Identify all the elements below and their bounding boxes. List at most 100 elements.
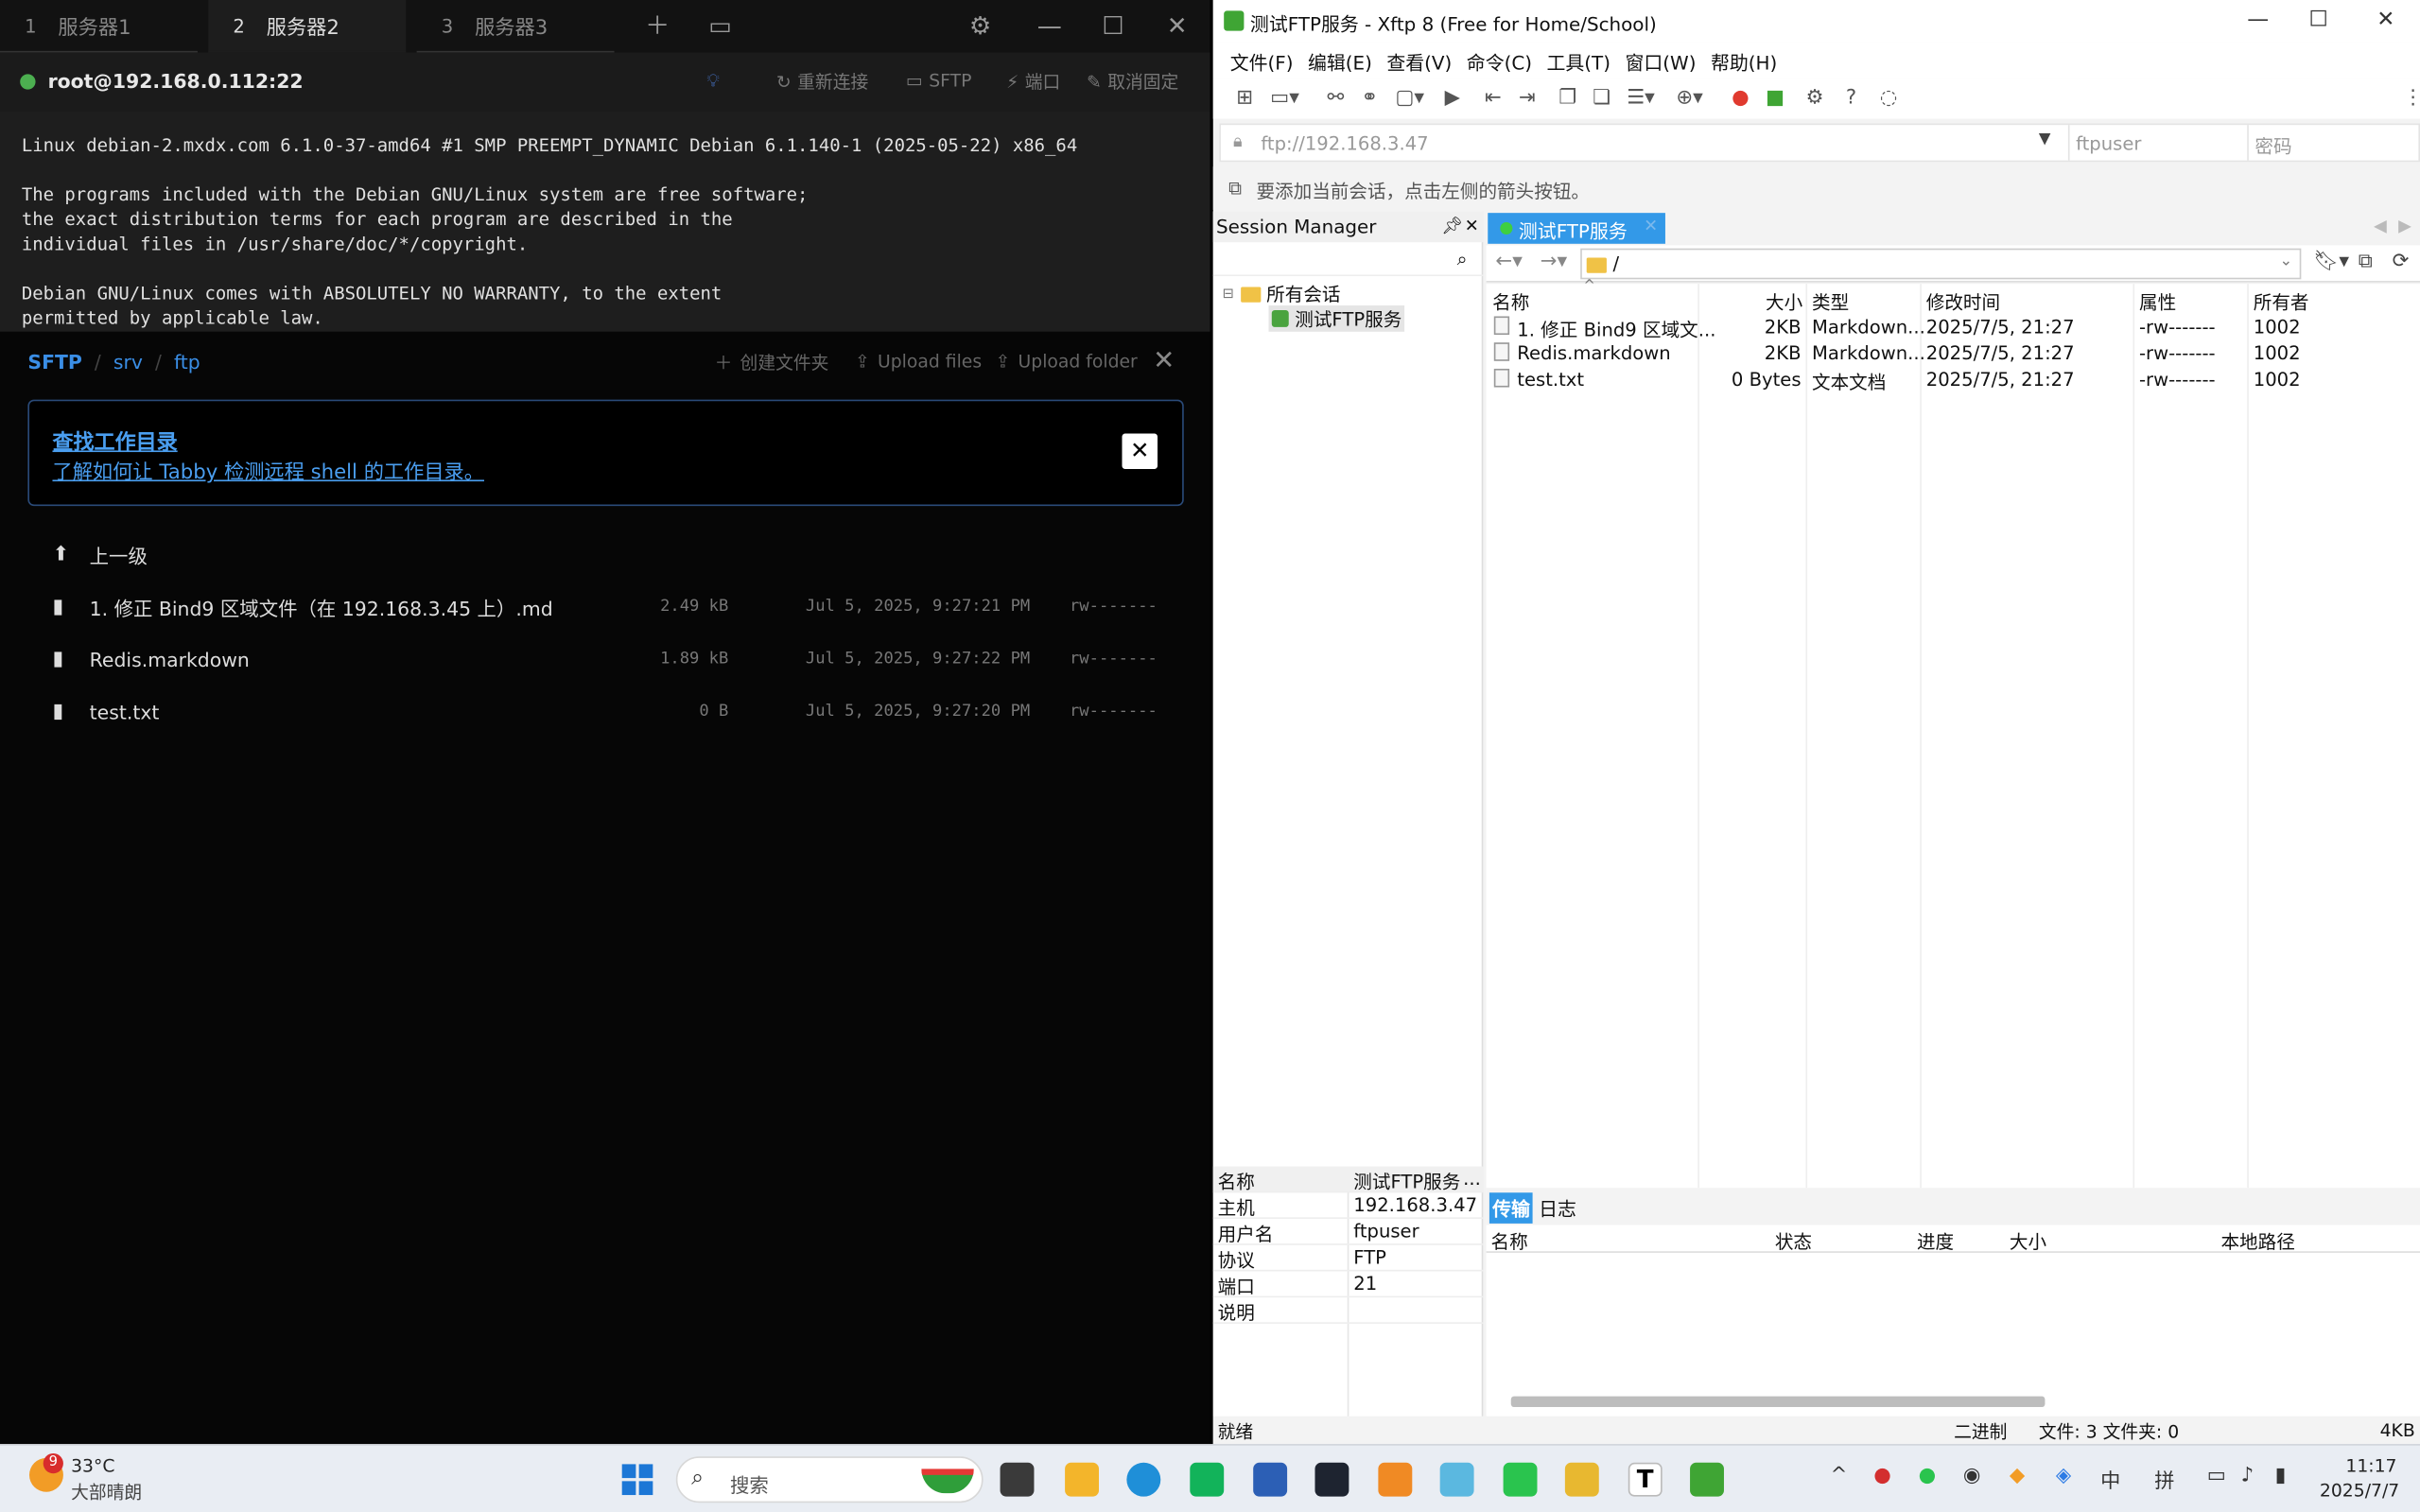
add-session-arrow-icon[interactable]: ⧉ <box>1228 178 1242 200</box>
tray-app-icon[interactable]: ● <box>1873 1464 1891 1486</box>
tab-transfer[interactable]: 传输 <box>1489 1192 1534 1224</box>
connect-icon[interactable]: ⚯ <box>1328 86 1345 109</box>
terminal-output[interactable]: Linux debian-2.mxdx.com 6.1.0-37-amd64 #… <box>0 111 1210 332</box>
more-options-icon[interactable]: ⋮ <box>2403 86 2420 109</box>
address-input[interactable]: ftp://192.168.3.47 <box>1261 132 1428 154</box>
wechat-icon[interactable] <box>1503 1462 1538 1497</box>
file-row[interactable]: ▮ Redis.markdown 1.89 kB Jul 5, 2025, 9:… <box>52 642 1178 676</box>
breadcrumb-ftp[interactable]: ftp <box>174 350 200 373</box>
column-header-modified[interactable]: 修改时间 <box>1926 288 2000 315</box>
tree-session-item[interactable]: 测试FTP服务 <box>1268 305 1405 332</box>
close-icon[interactable]: ✕ <box>1167 11 1188 40</box>
menu-command[interactable]: 命令(C) <box>1467 42 1540 78</box>
collapse-icon[interactable]: ⊟ <box>1223 287 1234 302</box>
tools-app-icon[interactable] <box>1564 1462 1599 1497</box>
help-icon[interactable]: ? <box>1846 86 1856 109</box>
upload-files-button[interactable]: ⇪ Upload files <box>855 350 982 372</box>
tab-server3[interactable]: 3 服务器3 <box>416 0 615 53</box>
ime-language[interactable]: 中 <box>2100 1464 2120 1493</box>
column-header-type[interactable]: 类型 <box>1812 288 1849 315</box>
pin-icon[interactable]: 📌︎ <box>1441 216 1463 235</box>
new-window-icon[interactable]: ▢▾ <box>1395 86 1424 109</box>
close-icon[interactable]: ✕ <box>2376 8 2394 32</box>
remote-file-list[interactable]: 名称 ^ 大小 类型 修改时间 属性 所有者 1. 修正 Bind9 区域文..… <box>1486 279 2420 1189</box>
vm-app-icon[interactable] <box>1378 1462 1413 1497</box>
menu-window[interactable]: 窗口(W) <box>1625 42 1702 78</box>
paste-icon[interactable]: ❏ <box>1593 86 1610 109</box>
tab-server2[interactable]: 2 服务器2 <box>208 0 407 53</box>
globe-icon[interactable]: ⊕▾ <box>1676 86 1702 109</box>
list-view-icon[interactable]: ☰▾ <box>1627 86 1655 109</box>
file-explorer-icon[interactable] <box>1065 1462 1099 1497</box>
open-folder-icon[interactable]: ▭▾ <box>1270 86 1299 109</box>
tab-server1[interactable]: 1 服务器1 <box>0 0 198 53</box>
column-header-name[interactable]: 名称 <box>1492 288 1529 315</box>
tab-log[interactable]: 日志 <box>1539 1194 1576 1222</box>
search-icon[interactable]: ⌕ <box>1457 249 1468 271</box>
create-folder-button[interactable]: ＋ 创建文件夹 <box>715 350 829 374</box>
weather-temp[interactable]: 33°C <box>71 1455 114 1477</box>
notice-link[interactable]: 了解如何让 Tabby 检测远程 shell 的工作目录。 <box>52 455 484 484</box>
tray-wechat-icon[interactable]: ● <box>1919 1464 1937 1486</box>
settings-gear-icon[interactable]: ⚙ <box>1805 86 1823 109</box>
ports-button[interactable]: ⚡︎ 端口 <box>1006 69 1060 94</box>
sftp-close-icon[interactable]: ✕ <box>1153 345 1175 376</box>
tray-app2-icon[interactable]: ◆ <box>2010 1464 2025 1486</box>
tab-next-icon[interactable]: ▶ <box>2398 216 2411 235</box>
battery-icon[interactable]: ▮ <box>2275 1464 2287 1486</box>
menu-help[interactable]: 帮助(H) <box>1711 42 1785 78</box>
network-icon[interactable]: ▭ <box>2207 1464 2226 1486</box>
tab-prev-icon[interactable]: ◀ <box>2374 216 2387 235</box>
xshell-icon[interactable]: ● <box>1732 86 1750 109</box>
column-header-owner[interactable]: 所有者 <box>2254 288 2309 315</box>
sftp-button[interactable]: ▭ SFTP <box>906 69 971 91</box>
tabby-icon[interactable] <box>1314 1462 1349 1497</box>
upload-icon[interactable]: ⇤ <box>1485 86 1502 109</box>
clock-date[interactable]: 2025/7/7 <box>2320 1480 2399 1502</box>
ime-mode[interactable]: 拼 <box>2154 1464 2174 1493</box>
breadcrumb-srv[interactable]: srv <box>113 350 143 373</box>
chat-icon[interactable]: ◌ <box>1880 86 1898 109</box>
reconnect-button[interactable]: ↻ 重新连接 <box>776 69 868 94</box>
parent-directory-row[interactable]: ⬆ 上一级 <box>52 537 1178 571</box>
horizontal-scrollbar[interactable] <box>1510 1396 2046 1408</box>
column-header-size[interactable]: 大小 <box>1766 288 1802 315</box>
clock-time[interactable]: 11:17 <box>2320 1455 2396 1477</box>
breadcrumb-sftp[interactable]: SFTP <box>27 350 82 373</box>
back-icon[interactable]: ←▾ <box>1495 250 1522 272</box>
table-row[interactable]: Redis.markdown 2KB Markdown... 2025/7/5,… <box>1487 341 2420 368</box>
password-field[interactable]: 密码 <box>2247 125 2420 161</box>
download-icon[interactable]: ⇥ <box>1519 86 1536 109</box>
tray-security-icon[interactable]: ◈ <box>2056 1464 2071 1486</box>
maximize-icon[interactable]: ☐ <box>2309 8 2329 32</box>
feather-app-icon[interactable] <box>1439 1462 1474 1497</box>
new-folder-icon[interactable]: ⧉ <box>2359 250 2373 272</box>
tab-close-icon[interactable]: ✕ <box>1644 216 1658 235</box>
file-row[interactable]: ▮ 1. 修正 Bind9 区域文件（在 192.168.3.45 上）.md … <box>52 589 1178 623</box>
minimize-icon[interactable]: — <box>1037 11 1062 40</box>
app-green-icon[interactable] <box>1190 1462 1225 1497</box>
menu-edit[interactable]: 编辑(E) <box>1308 42 1379 78</box>
typora-icon[interactable]: T <box>1628 1462 1663 1497</box>
maximize-icon[interactable]: ☐ <box>1102 11 1123 40</box>
chevron-down-icon[interactable]: ⌄ <box>2279 253 2292 270</box>
prop-more-button[interactable]: ... <box>1463 1168 1481 1190</box>
refresh-icon[interactable]: ⟳ <box>2393 250 2410 272</box>
forward-icon[interactable]: →▾ <box>1541 250 1567 272</box>
microsoft-store-icon[interactable] <box>1253 1462 1288 1497</box>
chevron-down-icon[interactable]: ▼ <box>2039 131 2051 148</box>
volume-icon[interactable]: ♪ <box>2241 1464 2255 1486</box>
tab-ftp-session[interactable]: 测试FTP服务 ✕ <box>1488 213 1665 244</box>
unpin-button[interactable]: ✎ 取消固定 <box>1087 69 1178 94</box>
new-tab-icon[interactable]: ＋ <box>645 11 670 40</box>
xftp-taskbar-icon[interactable] <box>1690 1462 1724 1497</box>
start-button[interactable] <box>621 1464 653 1496</box>
path-input[interactable]: / ⌄ <box>1580 248 2302 280</box>
minimize-icon[interactable]: — <box>2247 8 2269 32</box>
new-session-icon[interactable]: ⊞ <box>1236 86 1253 109</box>
window-list-icon[interactable]: ▭ <box>708 11 732 40</box>
disconnect-icon[interactable]: ⚭ <box>1361 86 1378 109</box>
task-view-icon[interactable] <box>1000 1462 1035 1497</box>
table-row[interactable]: 1. 修正 Bind9 区域文... 2KB Markdown... 2025/… <box>1487 315 2420 341</box>
upload-folder-button[interactable]: ⇪ Upload folder <box>996 350 1138 372</box>
